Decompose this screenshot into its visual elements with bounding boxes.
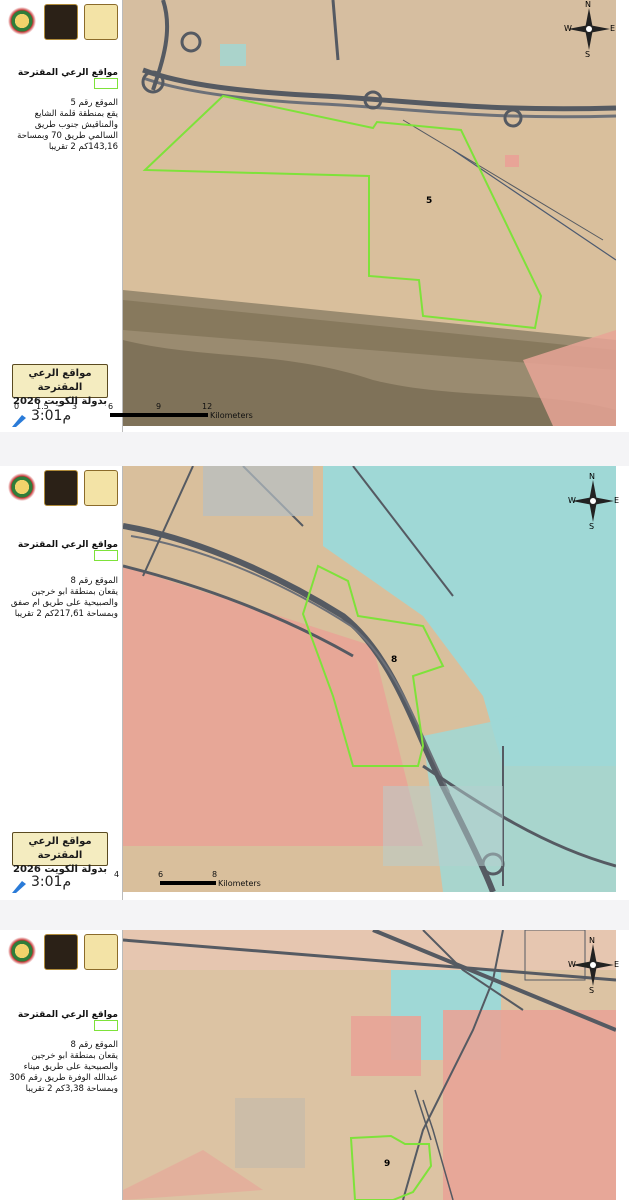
edit-marker-icon — [12, 878, 26, 893]
scale-bar-line — [110, 413, 208, 417]
compass-east: E — [614, 960, 620, 969]
site-label: 9 — [384, 1159, 391, 1169]
map-3-canvas — [123, 930, 616, 1200]
slide-1: مواقع الرعي المقترحة الموقع رقم 5 يقع بم… — [0, 0, 629, 432]
compass-icon: N W E S — [568, 472, 620, 531]
scale-bar-line — [160, 881, 216, 885]
compass-east: E — [614, 496, 620, 505]
scale-tick: 6 — [108, 402, 114, 411]
scale-bar: 4 6 8 Kilometers — [100, 870, 300, 888]
slide-1-sidebar: مواقع الرعي المقترحة الموقع رقم 5 يقع بم… — [0, 0, 123, 432]
scale-tick: 12 — [202, 402, 213, 411]
legend: مواقع الرعي المقترحة — [6, 68, 118, 89]
legend-label: مواقع الرعي المقترحة — [17, 68, 118, 78]
slide-2-sidebar: مواقع الرعي المقترحة الموقع رقم 8 يقعان … — [0, 466, 123, 900]
scale-unit: Kilometers — [218, 879, 261, 888]
time-value: 3:01 — [31, 408, 63, 424]
calligraphy-logo — [44, 470, 78, 506]
map-2: 8 N W E S — [123, 466, 620, 892]
scale-unit: Kilometers — [210, 411, 253, 420]
compass-north: N — [589, 936, 595, 945]
gap — [0, 900, 629, 930]
kuwait-emblem-logo — [6, 934, 38, 968]
compass-south: S — [585, 50, 591, 59]
badge-line1: مواقع الرعي المقترحة — [28, 368, 92, 393]
calligraphy-logo — [44, 4, 78, 40]
authority-logo — [84, 934, 118, 970]
site-description: الموقع رقم 8 يقعان بمنطقة ابو خرجين والص… — [4, 576, 118, 620]
logo-row — [6, 4, 118, 40]
map-2-canvas — [123, 466, 616, 892]
compass-west: W — [568, 960, 576, 969]
desc-line: والصبيحية على طريق ميناء — [23, 1062, 118, 1072]
compass-west: W — [564, 24, 572, 33]
desc-line: والصبيحية على طريق ام صفق — [10, 598, 118, 608]
gap — [0, 432, 629, 466]
compass-east: E — [610, 24, 616, 33]
site-description: الموقع رقم 8 يقعان بمنطقة ابو خرجين والص… — [4, 1040, 118, 1095]
desc-line: 143,16كم 2 تقريبا — [48, 142, 118, 152]
desc-line: يقعان بمنطقة ابو خرجين — [31, 587, 118, 597]
slide-3-sidebar: مواقع الرعي المقترحة الموقع رقم 8 يقعان … — [0, 930, 123, 1200]
map-1: 5 N W E S — [123, 0, 616, 426]
calligraphy-logo — [44, 934, 78, 970]
compass-south: S — [589, 986, 595, 995]
authority-logo — [84, 4, 118, 40]
slide-3: مواقع الرعي المقترحة الموقع رقم 8 يقعان … — [0, 930, 629, 1200]
map-1-canvas — [123, 0, 616, 426]
scale-tick: 9 — [156, 402, 162, 411]
desc-line: يقعان بمنطقة ابو خرجين — [31, 1051, 118, 1061]
legend: مواقع الرعي المقترحة — [6, 540, 118, 561]
time-suffix: م — [62, 408, 72, 424]
scale-tick: 6 — [158, 870, 164, 879]
title-badge: مواقع الرعي المقترحة بدولة الكويت 2026 — [12, 364, 108, 407]
desc-line: والمناقيش جنوب طريق — [34, 120, 118, 130]
legend-label: مواقع الرعي المقترحة — [17, 1010, 118, 1020]
desc-line: الموقع رقم 8 — [70, 1040, 119, 1050]
legend-swatch-icon — [94, 78, 118, 89]
legend-swatch-icon — [94, 550, 118, 561]
desc-line: السالمي طريق 70 وبمساحة — [17, 131, 118, 141]
authority-logo — [84, 470, 118, 506]
compass-icon: N W E S — [564, 0, 616, 59]
scale-tick: 0 — [14, 402, 20, 411]
site-label: 8 — [391, 655, 398, 665]
desc-line: وبمساحة 217,61كم 2 تقريبا — [14, 609, 118, 619]
time-value: 3:01 — [31, 874, 63, 890]
edit-marker-icon — [12, 412, 26, 427]
timestamp: م3:01 — [28, 408, 71, 424]
timestamp: م3:01 — [28, 874, 71, 890]
kuwait-emblem-logo — [6, 4, 38, 38]
scale-tick: 3 — [72, 402, 78, 411]
desc-line: يقع بمنطقة قلمة الشايع — [34, 109, 118, 119]
compass-south: S — [589, 522, 595, 531]
logo-row — [6, 934, 118, 970]
compass-icon: N W E S — [568, 936, 620, 995]
slide-2: مواقع الرعي المقترحة الموقع رقم 8 يقعان … — [0, 466, 629, 900]
compass-north: N — [585, 0, 591, 9]
legend-swatch-icon — [94, 1020, 118, 1031]
desc-line: الموقع رقم 5 — [70, 98, 119, 108]
scale-tick: 4 — [114, 870, 120, 879]
desc-line: عبدالله الوفرة طريق رقم 306 — [9, 1073, 118, 1083]
site-label: 5 — [426, 196, 433, 206]
badge-line1: مواقع الرعي المقترحة — [28, 836, 92, 861]
kuwait-emblem-logo — [6, 470, 38, 504]
title-badge: مواقع الرعي المقترحة بدولة الكويت 2026 — [12, 832, 108, 875]
scale-tick: 8 — [212, 870, 218, 879]
legend: مواقع الرعي المقترحة — [6, 1010, 118, 1031]
compass-north: N — [589, 472, 595, 481]
map-3: 9 N W E S — [123, 930, 620, 1200]
site-description: الموقع رقم 5 يقع بمنطقة قلمة الشايع والم… — [4, 98, 118, 153]
logo-row — [6, 470, 118, 506]
desc-line: الموقع رقم 8 — [70, 576, 119, 586]
desc-line: وبمساحة 3,38كم 2 تقريبا — [25, 1084, 118, 1094]
time-suffix: م — [62, 874, 72, 890]
legend-label: مواقع الرعي المقترحة — [17, 540, 118, 550]
compass-west: W — [568, 496, 576, 505]
